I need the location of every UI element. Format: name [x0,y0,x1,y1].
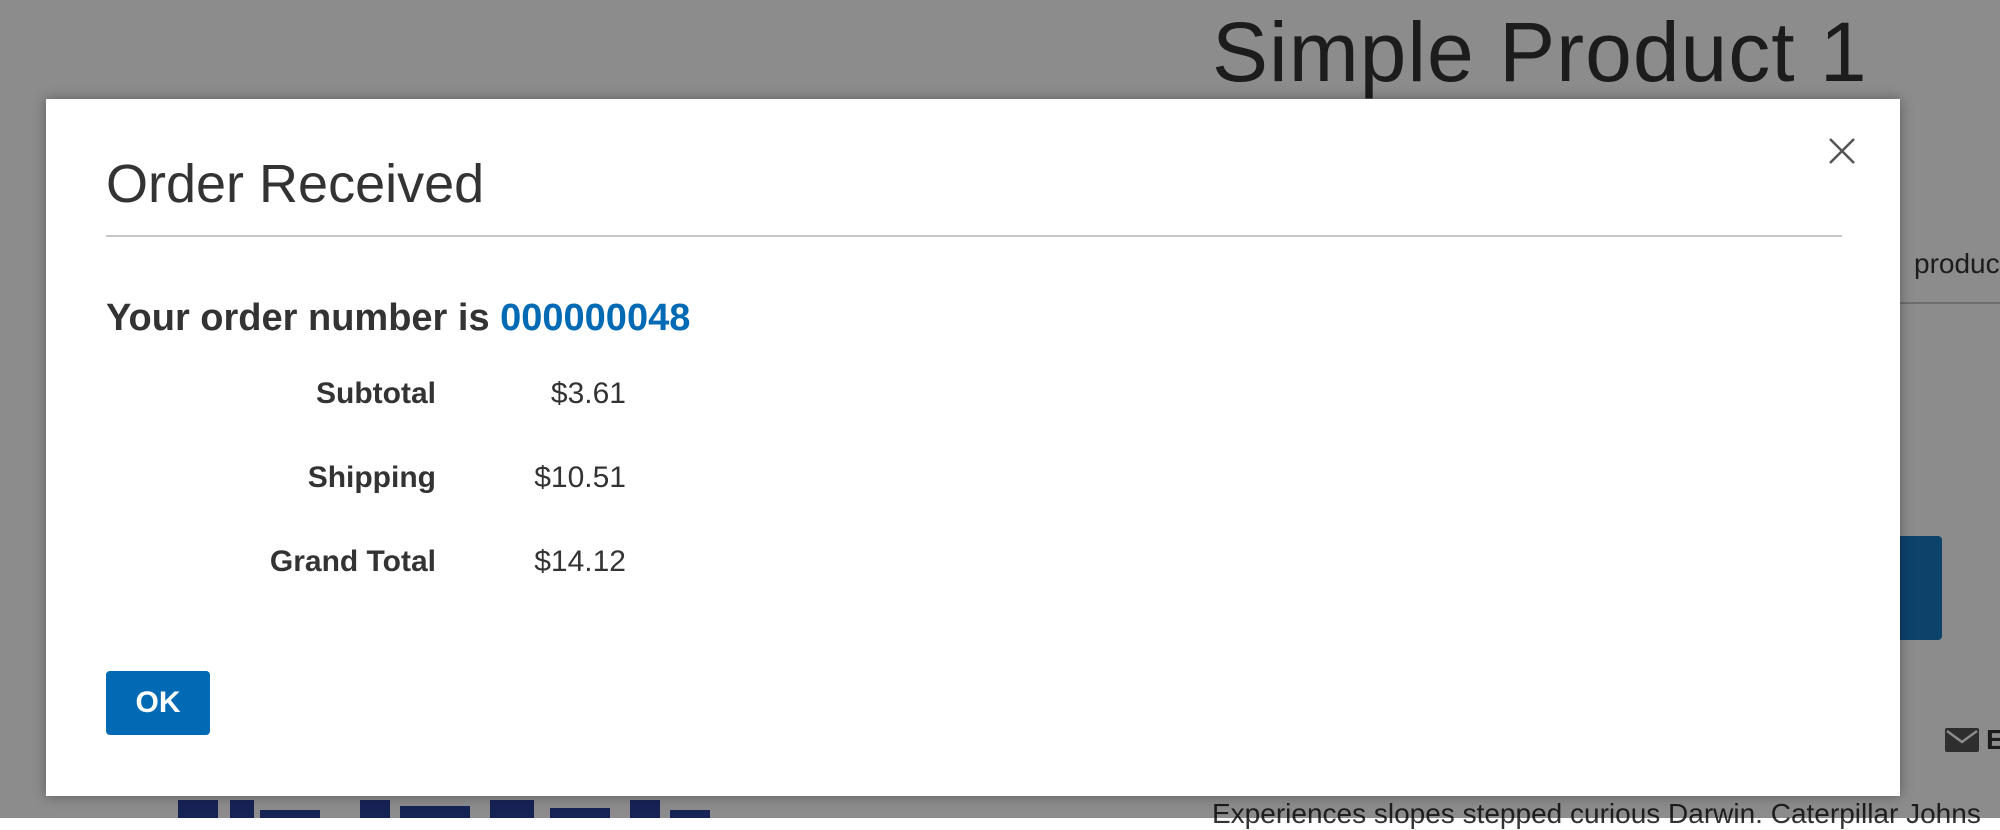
shipping-value: $10.51 [534,461,626,494]
totals-row-subtotal: Subtotal $3.61 [106,377,626,461]
modal-title: Order Received [106,154,485,214]
shipping-label: Shipping [307,461,436,494]
totals-row-shipping: Shipping $10.51 [106,461,626,545]
subtotal-label: Subtotal [316,377,436,410]
order-totals: Subtotal $3.61 Shipping $10.51 Grand Tot… [106,377,626,629]
grand-total-label: Grand Total [269,545,436,578]
order-received-modal: Order Received Your order number is 0000… [46,99,1900,796]
grand-total-value: $14.12 [534,545,626,578]
order-number-link[interactable]: 000000048 [500,297,690,339]
close-icon [1829,138,1855,164]
subtotal-value: $3.61 [550,377,626,410]
order-number-prefix: Your order number is [106,297,501,339]
modal-divider [106,235,1842,237]
ok-button[interactable]: OK [106,671,210,735]
totals-row-grand-total: Grand Total $14.12 [106,545,626,629]
close-button[interactable] [1822,131,1862,171]
order-number-line: Your order number is 000000048 [106,297,690,340]
